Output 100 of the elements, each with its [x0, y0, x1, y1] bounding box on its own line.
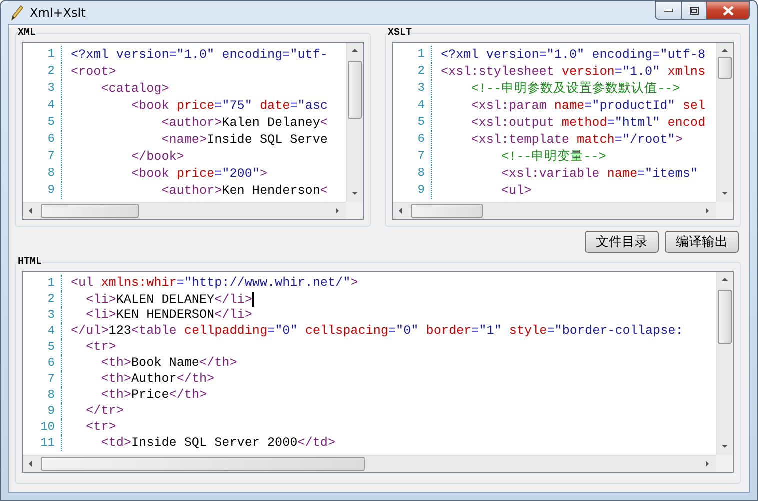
- minimize-icon: [664, 9, 673, 12]
- code-line: <author>Kalen Delaney<: [160, 116, 328, 130]
- code-line: <ul>: [500, 184, 532, 198]
- scroll-thumb[interactable]: [348, 61, 362, 119]
- code-line: <tr>: [85, 340, 116, 354]
- line-number: 3: [23, 80, 62, 97]
- group-label: XML: [18, 28, 36, 39]
- scrollbar-corner: [716, 202, 733, 219]
- action-button[interactable]: 文件目录: [585, 231, 659, 253]
- line-number: 6: [23, 131, 62, 148]
- code-line: <tr>: [85, 420, 116, 434]
- scroll-left-arrow-icon[interactable]: [27, 207, 35, 215]
- line-number: 9: [23, 182, 62, 199]
- close-icon: [722, 6, 734, 16]
- line-number: 10: [23, 419, 62, 435]
- code-line: <xsl:template match="/root">: [470, 132, 683, 146]
- code-line: <th>Book Name</th>: [100, 356, 238, 370]
- scroll-down-arrow-icon[interactable]: [351, 190, 359, 198]
- code-line: <!--申明变量-->: [500, 148, 606, 165]
- code-line: <?xml version="1.0" encoding="utf-8: [440, 48, 706, 62]
- scroll-down-arrow-icon[interactable]: [721, 190, 729, 198]
- text-cursor: [252, 292, 254, 306]
- line-number: 8: [393, 165, 432, 182]
- code-line: <li>KEN HENDERSON</li>: [85, 308, 252, 322]
- line-number: 2: [23, 63, 62, 80]
- code-line: <author>Ken Henderson<: [160, 184, 328, 198]
- code-editor[interactable]: 1 <?xml version="1.0" encoding="utf- 2 <root> 3 <catalog> 4 <book price="75" date="asc 5 <author>Kalen Delaney< 6 <name>Inside SQL Serve 7 </book> 8 <book price="200"> 9 <author>Ken Henderson<: [22, 42, 364, 220]
- line-number: 1: [393, 46, 432, 63]
- minimize-button[interactable]: [655, 1, 682, 20]
- line-number: 2: [23, 291, 62, 307]
- line-number: 1: [23, 275, 62, 291]
- code-line: <xsl:output method="html" encod: [470, 116, 706, 130]
- line-number: 6: [23, 355, 62, 371]
- line-number: 8: [23, 387, 62, 403]
- code-line: <book price="75" date="asc: [130, 98, 328, 112]
- code-line: <li>KALEN DELANEY</li>: [85, 292, 254, 306]
- code-line: </ul>123<table cellpadding="0" cellspacing="0" border="1" style="border-collapse:: [70, 324, 684, 338]
- line-number: 5: [23, 114, 62, 131]
- scroll-thumb[interactable]: [718, 57, 732, 79]
- window-title: Xml+Xslt: [30, 6, 86, 20]
- line-number: 4: [23, 97, 62, 114]
- line-number: 7: [23, 148, 62, 165]
- line-number: 1: [23, 46, 62, 63]
- code-line: <book price="200">: [130, 166, 268, 180]
- scroll-up-arrow-icon[interactable]: [721, 47, 729, 55]
- vertical-scrollbar[interactable]: [716, 43, 733, 202]
- line-number: 9: [23, 403, 62, 419]
- scroll-thumb[interactable]: [41, 457, 365, 471]
- code-line: </book>: [130, 150, 184, 164]
- line-number: 11: [23, 435, 62, 451]
- line-number: 2: [393, 63, 432, 80]
- code-line: <?xml version="1.0" encoding="utf-: [70, 48, 328, 62]
- code-line: <catalog>: [100, 82, 170, 96]
- code-line: <!--申明参数及设置参数默认值-->: [470, 80, 680, 97]
- code-line: <ul xmlns:whir="http://www.whir.net/">: [70, 276, 358, 290]
- line-number: 4: [393, 97, 432, 114]
- code-line: <xsl:variable name="items": [500, 166, 698, 180]
- scroll-right-arrow-icon[interactable]: [704, 207, 712, 215]
- line-number: 5: [393, 114, 432, 131]
- scrollbar-corner: [346, 202, 363, 219]
- code-line: <root>: [70, 64, 116, 78]
- line-number: 9: [393, 182, 432, 199]
- line-number: 7: [23, 371, 62, 387]
- line-number: 7: [393, 148, 432, 165]
- group-label: XSLT: [388, 28, 412, 39]
- code-line: <th>Author</th>: [100, 372, 215, 386]
- code-line: <td>Inside SQL Server 2000</td>: [100, 436, 336, 450]
- action-button[interactable]: 编译输出: [665, 231, 739, 253]
- code-line: </tr>: [85, 404, 124, 418]
- line-number: 3: [393, 80, 432, 97]
- horizontal-scrollbar[interactable]: [23, 455, 716, 472]
- scroll-left-arrow-icon[interactable]: [397, 207, 405, 215]
- line-number: 5: [23, 339, 62, 355]
- vertical-scrollbar[interactable]: [716, 272, 733, 455]
- horizontal-scrollbar[interactable]: [393, 202, 716, 219]
- scroll-thumb[interactable]: [411, 204, 483, 218]
- scroll-left-arrow-icon[interactable]: [27, 460, 35, 468]
- scrollbar-corner: [716, 455, 733, 472]
- line-number: 4: [23, 323, 62, 339]
- scroll-thumb[interactable]: [718, 290, 732, 344]
- line-number: 3: [23, 307, 62, 323]
- maximize-icon: [690, 6, 698, 14]
- code-line: <xsl:stylesheet version="1.0" xmlns: [440, 64, 706, 78]
- scroll-thumb[interactable]: [41, 204, 139, 218]
- scroll-up-arrow-icon[interactable]: [721, 276, 729, 284]
- maximize-button[interactable]: [681, 1, 707, 20]
- code-line: <th>Price</th>: [100, 388, 208, 402]
- group-label: HTML: [18, 257, 42, 268]
- code-line: <xsl:param name="productId" sel: [470, 98, 706, 112]
- scroll-right-arrow-icon[interactable]: [704, 460, 712, 468]
- vertical-scrollbar[interactable]: [346, 43, 363, 202]
- line-number: 8: [23, 165, 62, 182]
- scroll-up-arrow-icon[interactable]: [351, 47, 359, 55]
- pencil-icon: [10, 4, 24, 20]
- line-number: 6: [393, 131, 432, 148]
- close-button[interactable]: [706, 1, 750, 20]
- scroll-down-arrow-icon[interactable]: [721, 443, 729, 451]
- scroll-right-arrow-icon[interactable]: [334, 207, 342, 215]
- code-line: <name>Inside SQL Serve: [160, 132, 328, 146]
- horizontal-scrollbar[interactable]: [23, 202, 346, 219]
